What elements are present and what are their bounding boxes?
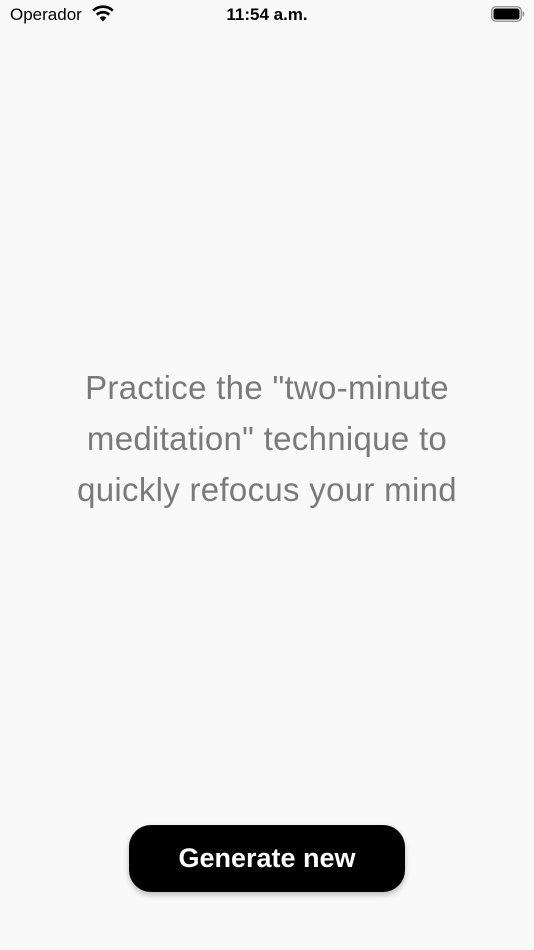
status-time: 11:54 a.m. xyxy=(226,5,308,24)
meditation-tip-text: Practice the "two-minute meditation" tec… xyxy=(77,369,457,508)
battery-full-icon xyxy=(491,6,525,22)
generate-new-button[interactable]: Generate new xyxy=(129,825,405,892)
status-bar: Operador 11:54 a.m. xyxy=(0,0,534,30)
